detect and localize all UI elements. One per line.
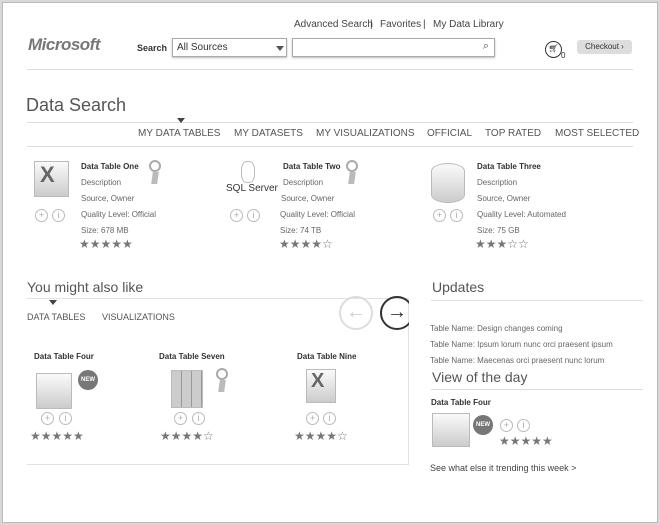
page: Advanced Search | Favorites | My Data Li… [2,2,658,523]
next-arrow-icon[interactable]: → [380,296,409,330]
source-select-value: All Sources [177,42,228,53]
chevron-down-icon [276,46,284,51]
card-source: Source, Owner [281,194,335,203]
card-quality: Quality Level: Official [280,210,355,219]
card-quality: Quality Level: Automated [477,210,566,219]
cart-icon[interactable]: 🛒︎ [545,41,562,58]
tab-official[interactable]: OFFICIAL [427,128,472,139]
source-select[interactable]: All Sources [172,38,287,57]
cart-count: 0 [561,51,566,60]
cube-icon [171,370,203,408]
updates-title: Updates [432,279,485,295]
card-size: Size: 678 MB [81,226,129,235]
add-icon[interactable]: + [500,419,513,432]
info-icon[interactable]: i [192,412,205,425]
card-description: Description [81,178,122,187]
active-tab-indicator [49,300,57,305]
item-title[interactable]: Data Table Nine [297,352,356,361]
info-icon[interactable]: i [323,412,336,425]
separator: | [423,19,426,30]
info-icon[interactable]: i [247,209,260,222]
my-data-library-link[interactable]: My Data Library [433,19,504,30]
excel-icon: X [34,161,69,197]
page-title: Data Search [26,95,127,115]
add-icon[interactable]: + [174,412,187,425]
favorites-link[interactable]: Favorites [380,19,421,30]
update-item[interactable]: Table Name: Design changes coming [430,324,563,333]
trending-link[interactable]: See what else it trending this week > [430,463,576,473]
server-icon [432,413,470,447]
add-icon[interactable]: + [230,209,243,222]
divider [27,69,633,70]
card-source: Source, Owner [81,194,135,203]
tab-my-visualizations[interactable]: MY VISUALIZATIONS [316,128,415,139]
active-tab-indicator [177,118,185,123]
card-title[interactable]: Data Table Three [477,162,541,171]
add-icon[interactable]: + [306,412,319,425]
divider [27,146,633,147]
tab-my-data-tables[interactable]: MY DATA TABLES [138,128,220,139]
star-rating: ★★★★★ [79,237,133,251]
card-source: Source, Owner [477,194,531,203]
card-size: Size: 75 GB [477,226,520,235]
tab-data-tables[interactable]: DATA TABLES [27,312,85,322]
award-ribbon-icon [346,160,358,172]
info-icon[interactable]: i [450,209,463,222]
update-item[interactable]: Table Name: Maecenas orci praesent nunc … [430,356,604,365]
card-title[interactable]: Data Table Two [283,162,341,171]
card-size: Size: 74 TB [280,226,322,235]
star-rating: ★★★★☆ [160,429,214,443]
star-rating: ★★★★☆ [279,237,333,251]
microsoft-logo[interactable]: Microsoft [28,35,101,55]
card-quality: Quality Level: Official [81,210,156,219]
add-icon[interactable]: + [41,412,54,425]
new-badge-icon: NEW [78,370,98,390]
search-icon[interactable]: ⌕ [483,40,489,53]
update-item[interactable]: Table Name: Ipsum lorum nunc orci praese… [430,340,613,349]
tab-visualizations[interactable]: VISUALIZATIONS [102,312,175,322]
separator: | [370,19,373,30]
previous-arrow-icon[interactable]: ← [339,296,373,330]
star-rating: ★★★☆☆ [475,237,529,251]
star-rating: ★★★★★ [499,434,553,448]
info-icon[interactable]: i [52,209,65,222]
search-input[interactable]: ⌕ [292,38,495,57]
item-title[interactable]: Data Table Four [34,352,94,361]
new-badge-icon: NEW [473,415,493,435]
add-icon[interactable]: + [35,209,48,222]
card-title[interactable]: Data Table One [81,162,139,171]
tab-most-selected[interactable]: MOST SELECTED [555,128,639,139]
star-rating: ★★★★★ [30,429,84,443]
info-icon[interactable]: i [59,412,72,425]
view-of-day-title: View of the day [432,369,528,385]
card-description: Description [477,178,518,187]
divider [27,122,633,123]
star-rating: ★★★★☆ [294,429,348,443]
add-icon[interactable]: + [433,209,446,222]
item-title[interactable]: Data Table Seven [159,352,225,361]
tab-my-datasets[interactable]: MY DATASETS [234,128,303,139]
award-ribbon-icon [149,160,161,172]
sql-server-logo-shape [241,161,255,183]
section-title: You might also like [27,279,144,295]
excel-icon: X [306,369,336,403]
divider [431,300,643,301]
database-icon [431,163,465,203]
search-label: Search [137,43,168,53]
award-ribbon-icon [216,368,228,380]
divider [431,389,643,390]
card-description: Description [283,178,324,187]
tab-top-rated[interactable]: TOP RATED [485,128,541,139]
view-item-title[interactable]: Data Table Four [431,398,491,407]
info-icon[interactable]: i [517,419,530,432]
advanced-search-link[interactable]: Advanced Search [294,19,373,30]
server-icon [36,373,72,409]
sql-server-icon: SQL Server [226,183,278,194]
checkout-button[interactable]: Checkout › [577,40,632,54]
